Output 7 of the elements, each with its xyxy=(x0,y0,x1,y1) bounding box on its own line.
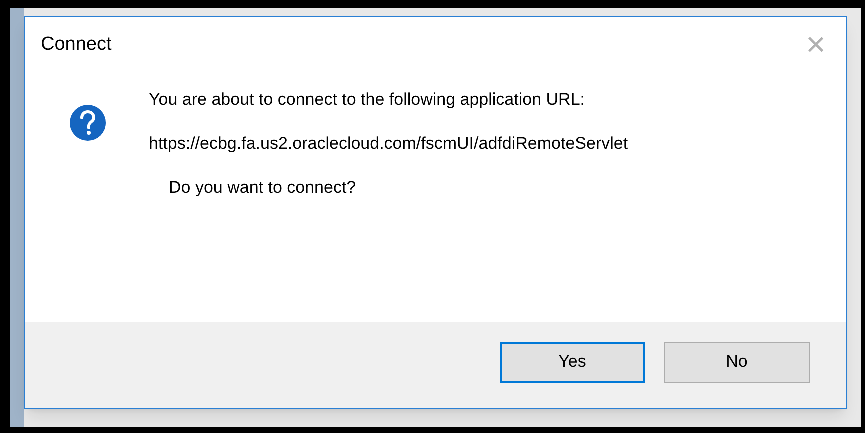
question-text: Do you want to connect? xyxy=(168,176,358,198)
window-title: Connect xyxy=(41,32,112,57)
url-text: https://ecbg.fa.us2.oraclecloud.com/fscmUI/adfdiRemoteServlet xyxy=(149,132,630,154)
dialog-button[interactable]: Yes xyxy=(500,342,645,382)
message-text: You are about to connect to the following application URL: xyxy=(149,89,586,111)
question-icon xyxy=(69,104,107,142)
dialog-button[interactable]: No xyxy=(664,342,810,382)
